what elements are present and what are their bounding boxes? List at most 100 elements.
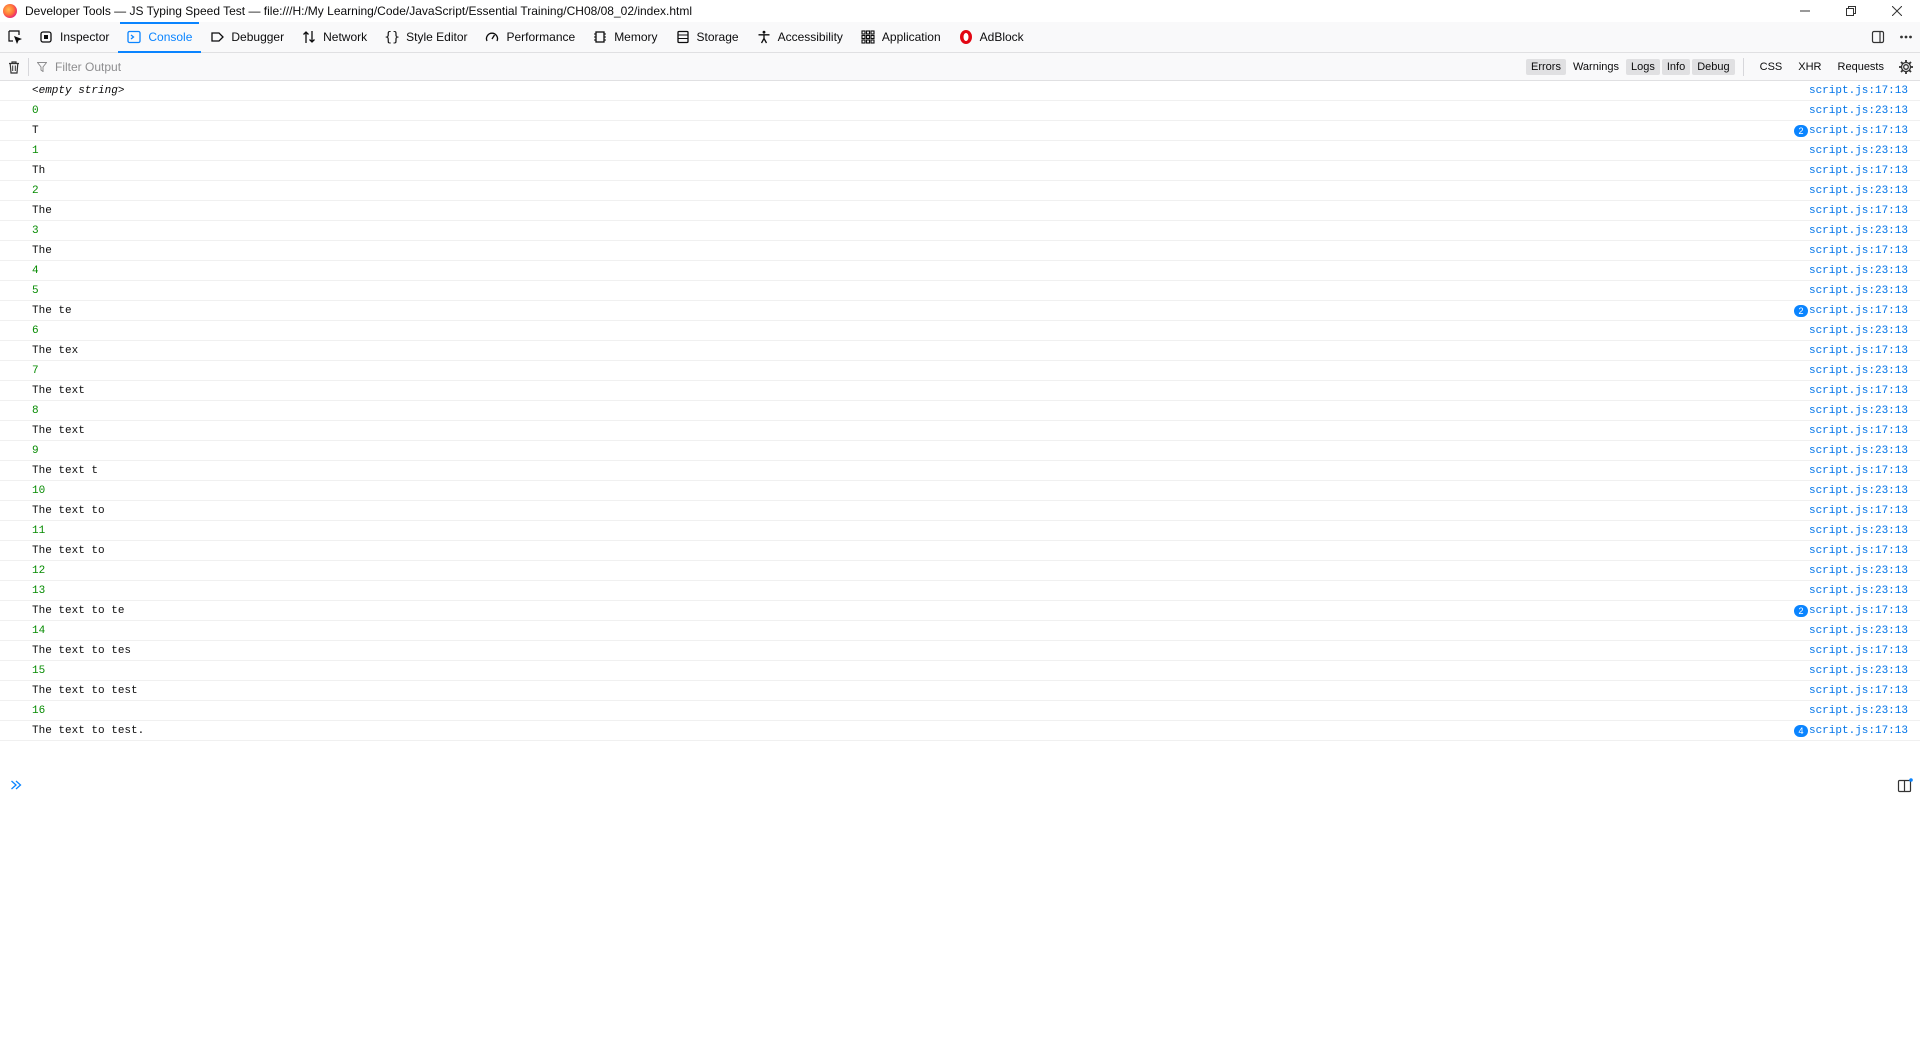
restore-button[interactable] xyxy=(1828,0,1874,22)
filter-xhr-button[interactable]: XHR xyxy=(1793,59,1826,75)
filter-output-input[interactable] xyxy=(53,58,657,75)
source-location-link[interactable]: script.js:17:13 xyxy=(1809,165,1908,177)
console-message-row: The text to test script.js:17:13 xyxy=(0,681,1920,701)
source-location-link[interactable]: script.js:17:13 xyxy=(1809,465,1908,477)
console-message-text: <empty string> xyxy=(32,85,125,97)
console-message-text: 11 xyxy=(32,525,46,537)
tab-network[interactable]: Network xyxy=(293,22,376,52)
tab-application[interactable]: Application xyxy=(852,22,950,52)
source-location-link[interactable]: script.js:17:13 xyxy=(1809,725,1908,737)
debugger-icon xyxy=(209,29,225,45)
minimize-button[interactable] xyxy=(1782,0,1828,22)
source-location-link[interactable]: script.js:23:13 xyxy=(1809,705,1908,717)
console-message-text: 2 xyxy=(32,185,39,197)
close-window-button[interactable] xyxy=(1874,0,1920,22)
console-message-row: 15 script.js:23:13 xyxy=(0,661,1920,681)
minimize-icon xyxy=(1800,10,1810,12)
filter-logs-button[interactable]: Logs xyxy=(1626,58,1660,75)
source-location-link[interactable]: script.js:23:13 xyxy=(1809,285,1908,297)
source-location-link[interactable]: script.js:23:13 xyxy=(1809,145,1908,157)
console-message-row: 9 script.js:23:13 xyxy=(0,441,1920,461)
inspector-icon xyxy=(38,29,54,45)
source-location-link[interactable]: script.js:23:13 xyxy=(1809,405,1908,417)
source-location-link[interactable]: script.js:23:13 xyxy=(1809,225,1908,237)
filter-icon xyxy=(37,61,47,72)
console-message-row: 11 script.js:23:13 xyxy=(0,521,1920,541)
filter-info-button[interactable]: Info xyxy=(1661,58,1691,75)
source-location-link[interactable]: script.js:17:13 xyxy=(1809,245,1908,257)
source-location-link[interactable]: script.js:23:13 xyxy=(1809,185,1908,197)
tab-label: Accessibility xyxy=(777,30,843,44)
source-location-link[interactable]: script.js:23:13 xyxy=(1809,365,1908,377)
log-level-filters: Errors Warnings Logs Info Debug CSS XHR … xyxy=(1525,53,1892,80)
source-location-link[interactable]: script.js:23:13 xyxy=(1809,525,1908,537)
tab-label: AdBlock xyxy=(979,30,1024,44)
repeat-count-badge: 2 xyxy=(1794,605,1808,617)
console-input-line[interactable] xyxy=(0,775,1920,797)
tab-adblock[interactable]: AdBlock xyxy=(950,22,1033,52)
source-location-link[interactable]: script.js:17:13 xyxy=(1809,645,1908,657)
console-message-text: 14 xyxy=(32,625,46,637)
tab-style-editor[interactable]: {} Style Editor xyxy=(376,22,476,52)
console-message-text: The xyxy=(32,205,52,217)
source-location-link[interactable]: script.js:17:13 xyxy=(1809,125,1908,137)
dock-options-button[interactable] xyxy=(1864,23,1892,51)
source-location-link[interactable]: script.js:17:13 xyxy=(1809,425,1908,437)
storage-icon xyxy=(675,29,691,45)
source-location-link[interactable]: script.js:17:13 xyxy=(1809,305,1908,317)
console-message-row: 10 script.js:23:13 xyxy=(0,481,1920,501)
source-location-link[interactable]: script.js:17:13 xyxy=(1809,85,1908,97)
console-message-row: The text script.js:17:13 xyxy=(0,421,1920,441)
filter-warnings-button[interactable]: Warnings xyxy=(1568,59,1624,75)
prompt-chevron-icon xyxy=(10,778,22,796)
console-message-row: The text t script.js:17:13 xyxy=(0,461,1920,481)
source-location-link[interactable]: script.js:17:13 xyxy=(1809,685,1908,697)
source-location-link[interactable]: script.js:17:13 xyxy=(1809,205,1908,217)
console-settings-button[interactable] xyxy=(1892,59,1920,75)
console-message-row: The te 2 script.js:17:13 xyxy=(0,301,1920,321)
source-location-link[interactable]: script.js:23:13 xyxy=(1809,265,1908,277)
filter-requests-button[interactable]: Requests xyxy=(1833,59,1889,75)
source-location-link[interactable]: script.js:17:13 xyxy=(1809,545,1908,557)
tab-console[interactable]: Console xyxy=(118,22,202,53)
source-location-link[interactable]: script.js:23:13 xyxy=(1809,105,1908,117)
source-location-link[interactable]: script.js:17:13 xyxy=(1809,385,1908,397)
tab-storage[interactable]: Storage xyxy=(667,22,748,52)
source-location-link[interactable]: script.js:23:13 xyxy=(1809,625,1908,637)
console-message-text: 7 xyxy=(32,365,39,377)
source-location-link[interactable]: script.js:17:13 xyxy=(1809,345,1908,357)
repeat-count-badge: 2 xyxy=(1794,305,1808,317)
editor-mode-toggle-button[interactable] xyxy=(1896,777,1914,795)
console-message-row: The text to te 2 script.js:17:13 xyxy=(0,601,1920,621)
tab-performance[interactable]: Performance xyxy=(476,22,584,52)
console-message-row: 3 script.js:23:13 xyxy=(0,221,1920,241)
tab-memory[interactable]: Memory xyxy=(584,22,666,52)
source-location-link[interactable]: script.js:23:13 xyxy=(1809,485,1908,497)
tab-label: Style Editor xyxy=(406,30,468,44)
source-location-link[interactable]: script.js:23:13 xyxy=(1809,665,1908,677)
clear-console-button[interactable] xyxy=(0,60,28,74)
source-location-link[interactable]: script.js:23:13 xyxy=(1809,325,1908,337)
tab-accessibility[interactable]: Accessibility xyxy=(748,22,852,52)
filter-debug-button[interactable]: Debug xyxy=(1692,58,1735,75)
console-message-text: 4 xyxy=(32,265,39,277)
console-message-text: The te xyxy=(32,305,72,317)
source-location-link[interactable]: script.js:17:13 xyxy=(1809,605,1908,617)
source-location-link[interactable]: script.js:17:13 xyxy=(1809,505,1908,517)
filter-errors-button[interactable]: Errors xyxy=(1526,58,1566,75)
source-location-link[interactable]: script.js:23:13 xyxy=(1809,585,1908,597)
tab-label: Network xyxy=(323,30,368,44)
element-picker-button[interactable] xyxy=(0,22,30,52)
source-location-link[interactable]: script.js:23:13 xyxy=(1809,565,1908,577)
console-message-text: 0 xyxy=(32,105,39,117)
tab-debugger[interactable]: Debugger xyxy=(201,22,293,52)
accessibility-icon xyxy=(756,29,772,45)
source-location-link[interactable]: script.js:23:13 xyxy=(1809,445,1908,457)
console-message-row: 5 script.js:23:13 xyxy=(0,281,1920,301)
console-message-text: The text to te xyxy=(32,605,125,617)
tab-inspector[interactable]: Inspector xyxy=(30,22,118,52)
filter-output-field[interactable] xyxy=(29,56,1525,78)
filter-css-button[interactable]: CSS xyxy=(1755,59,1788,75)
console-message-text: The text xyxy=(32,425,85,437)
more-options-button[interactable] xyxy=(1892,23,1920,51)
